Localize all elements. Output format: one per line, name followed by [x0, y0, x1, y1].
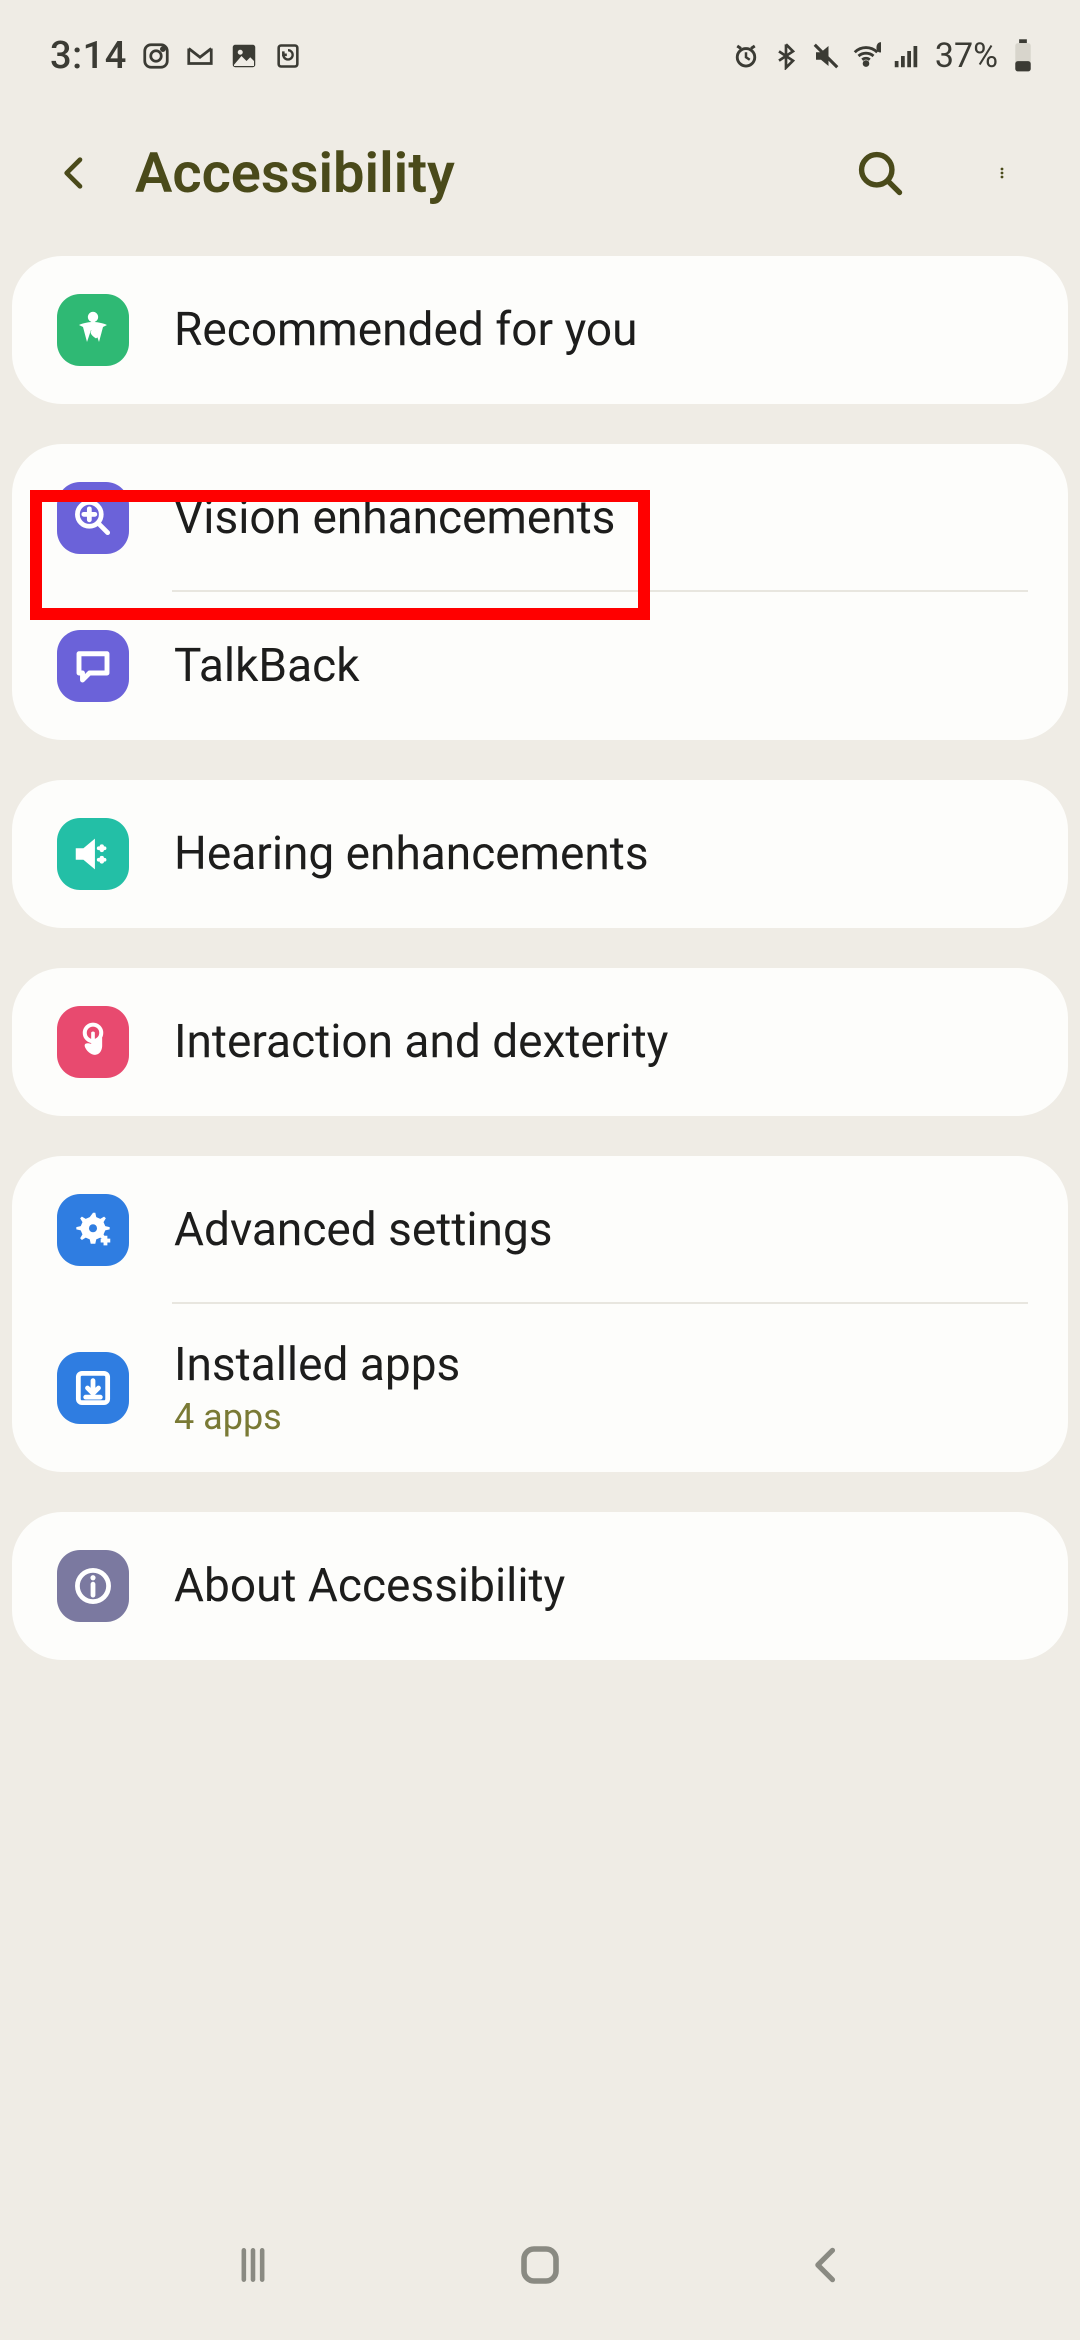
photos-icon [229, 41, 259, 71]
row-installed-apps[interactable]: Installed apps 4 apps [12, 1304, 1068, 1472]
download-box-icon [57, 1352, 129, 1424]
row-label: Recommended for you [174, 303, 637, 357]
row-text: Hearing enhancements [174, 827, 649, 881]
person-heart-icon [57, 294, 129, 366]
row-label: Hearing enhancements [174, 827, 649, 881]
card-advanced: Advanced settings Installed apps 4 apps [12, 1156, 1068, 1472]
wifi-icon: 6 [851, 41, 881, 71]
status-time: 3:14 [50, 34, 127, 78]
update-icon [273, 41, 303, 71]
more-options-button[interactable] [977, 146, 1032, 201]
row-label: About Accessibility [174, 1559, 565, 1613]
gear-plus-icon [57, 1194, 129, 1266]
header: Accessibility [0, 90, 1080, 256]
svg-text:6: 6 [877, 43, 881, 54]
row-text: Advanced settings [174, 1203, 553, 1257]
row-advanced-settings[interactable]: Advanced settings [12, 1156, 1068, 1304]
card-interaction: Interaction and dexterity [12, 968, 1068, 1116]
row-label: Advanced settings [174, 1203, 553, 1257]
card-vision: Vision enhancements TalkBack [12, 444, 1068, 740]
card-about: About Accessibility [12, 1512, 1068, 1660]
bluetooth-icon [771, 41, 801, 71]
mute-icon [811, 41, 841, 71]
row-text: Vision enhancements [174, 491, 615, 545]
battery-icon [1008, 41, 1038, 71]
info-icon [57, 1550, 129, 1622]
row-recommended[interactable]: Recommended for you [12, 256, 1068, 404]
row-about-accessibility[interactable]: About Accessibility [12, 1512, 1068, 1660]
row-talkback[interactable]: TalkBack [12, 592, 1068, 740]
back-nav-button[interactable] [797, 2235, 857, 2295]
row-label: TalkBack [174, 639, 360, 693]
row-label: Vision enhancements [174, 491, 615, 545]
touch-icon [57, 1006, 129, 1078]
system-nav-bar [0, 2210, 1080, 2340]
row-interaction-dexterity[interactable]: Interaction and dexterity [12, 968, 1068, 1116]
magnify-plus-icon [57, 482, 129, 554]
row-text: Recommended for you [174, 303, 637, 357]
row-text: Installed apps 4 apps [174, 1338, 460, 1438]
status-left: 3:14 [50, 34, 303, 78]
row-hearing-enhancements[interactable]: Hearing enhancements [12, 780, 1068, 928]
search-button[interactable] [852, 146, 907, 201]
home-button[interactable] [510, 2235, 570, 2295]
gmail-icon [185, 41, 215, 71]
battery-percent: 37% [935, 36, 998, 76]
page-title: Accessibility [135, 140, 782, 206]
volume-adjust-icon [57, 818, 129, 890]
row-label: Installed apps [174, 1338, 460, 1392]
status-right: 6 37% [731, 36, 1038, 76]
row-vision-enhancements[interactable]: Vision enhancements [12, 444, 1068, 592]
row-sublabel: 4 apps [174, 1396, 460, 1438]
row-label: Interaction and dexterity [174, 1015, 668, 1069]
row-text: TalkBack [174, 639, 360, 693]
alarm-icon [731, 41, 761, 71]
card-hearing: Hearing enhancements [12, 780, 1068, 928]
row-text: About Accessibility [174, 1559, 565, 1613]
status-bar: 3:14 6 37% [0, 0, 1080, 90]
back-button[interactable] [55, 153, 95, 193]
recent-apps-button[interactable] [223, 2235, 283, 2295]
speech-bubble-icon [57, 630, 129, 702]
card-recommended: Recommended for you [12, 256, 1068, 404]
signal-icon [891, 41, 921, 71]
row-text: Interaction and dexterity [174, 1015, 668, 1069]
instagram-icon [141, 41, 171, 71]
